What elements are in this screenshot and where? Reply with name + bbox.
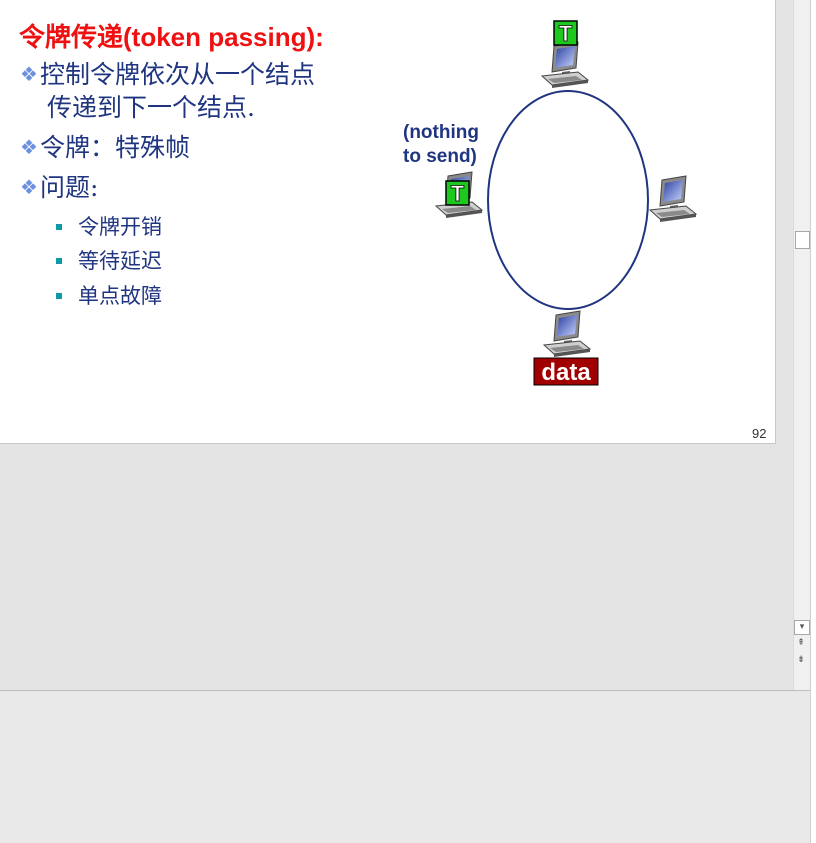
nothing-line-2: to send) <box>403 146 477 167</box>
token-ring-diagram: T T data <box>435 20 697 386</box>
scroll-down-button[interactable]: ▾ <box>794 620 810 635</box>
token-letter: T <box>559 21 573 46</box>
data-badge: data <box>533 357 599 386</box>
token-letter: T <box>451 181 465 206</box>
window-right-edge <box>810 0 816 843</box>
computer-bottom-icon <box>543 310 591 358</box>
computer-right-icon <box>649 175 697 223</box>
page-number: 92 <box>752 426 767 441</box>
previous-slide-button[interactable]: ⇞ <box>794 637 808 650</box>
data-label: data <box>541 359 591 386</box>
scrollbar-thumb[interactable] <box>795 231 810 249</box>
next-slide-button[interactable]: ⇟ <box>794 654 808 667</box>
nothing-line-1: (nothing <box>403 122 479 143</box>
vertical-scrollbar[interactable]: ▾ ⇞ ⇟ <box>793 0 811 690</box>
nothing-to-send-label: (nothing to send) <box>403 121 479 169</box>
token-ring <box>487 90 649 310</box>
slide-canvas: 令牌传递(token passing): ❖控制令牌依次从一个结点 传递到下一个… <box>0 0 776 444</box>
token-badge-top: T <box>553 20 578 46</box>
notes-pane[interactable] <box>0 691 810 843</box>
computer-top-icon <box>541 41 589 89</box>
token-badge-left: T <box>445 180 470 206</box>
